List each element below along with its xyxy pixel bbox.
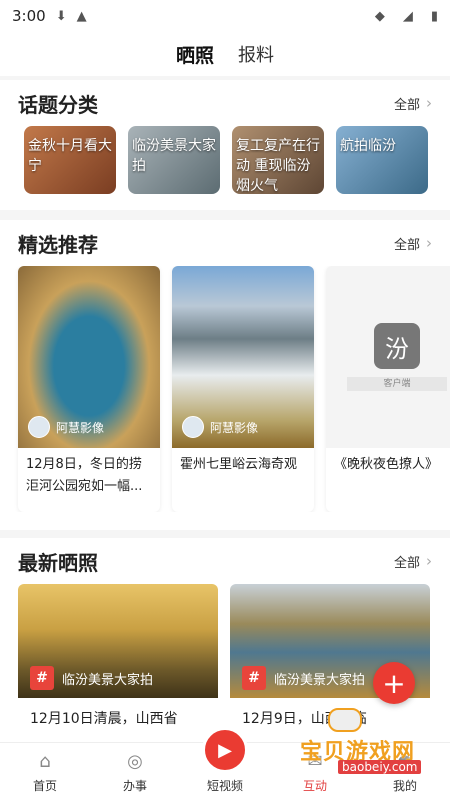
- topics-title: 话题分类: [18, 92, 98, 117]
- cellular-icon: ◢: [402, 8, 413, 24]
- card-image: 阿慧影像: [172, 266, 314, 448]
- watermark-logo: 宝贝游戏网 baobeiy.com: [300, 708, 430, 778]
- featured-title: 精选推荐: [18, 232, 98, 257]
- nav-short-video[interactable]: ▶ 短视频: [180, 727, 270, 800]
- status-time: 3:00: [12, 7, 46, 25]
- app-notification-icon: ▲: [76, 8, 87, 24]
- hashtag-icon: #: [242, 666, 266, 690]
- nav-home[interactable]: ⌂ 首页: [0, 743, 90, 800]
- avatar: [182, 416, 204, 438]
- chevron-right-icon: ›: [426, 552, 432, 570]
- nav-services[interactable]: ◎ 办事: [90, 743, 180, 800]
- gamepad-icon: [328, 708, 362, 732]
- app-logo-icon: 汾: [374, 323, 420, 369]
- latest-title: 最新晒照: [18, 550, 98, 575]
- card-caption: 12月10日清晨，山西省: [30, 711, 178, 727]
- featured-card[interactable]: 汾 客户端 《晚秋夜色撩人》: [326, 266, 450, 512]
- plus-icon: +: [382, 666, 406, 700]
- featured-more-link[interactable]: 全部 ›: [394, 234, 432, 253]
- featured-card[interactable]: 阿慧影像 12月8日，冬日的捞洰河公园宛如一幅...: [18, 266, 160, 512]
- placeholder-label: 客户端: [347, 377, 447, 391]
- home-icon: ⌂: [39, 750, 51, 772]
- card-caption: 《晚秋夜色撩人》: [334, 457, 439, 472]
- chevron-right-icon: ›: [426, 94, 432, 112]
- card-image-placeholder: 汾 客户端: [326, 266, 450, 448]
- status-bar: 3:00 ⬇ ▲ ◆ ◢ ▮: [0, 0, 450, 32]
- topic-card[interactable]: 复工复产在行动 重现临汾烟火气: [232, 126, 324, 194]
- topic-card[interactable]: 航拍临汾: [336, 126, 428, 194]
- compass-icon: ◎: [127, 750, 143, 772]
- avatar: [28, 416, 50, 438]
- latest-card[interactable]: # 临汾美景大家拍 12月10日清晨，山西省: [18, 584, 218, 740]
- signal-icon: ◆: [374, 8, 385, 24]
- card-caption: 霍州七里峪云海奇观: [180, 457, 298, 472]
- battery-icon: ▮: [430, 8, 438, 24]
- top-tab-bar: 晒照 报料: [0, 32, 450, 76]
- download-icon: ⬇: [55, 8, 67, 24]
- tab-report[interactable]: 报料: [238, 41, 274, 67]
- play-icon: ▶: [202, 727, 248, 773]
- topic-card[interactable]: 金秋十月看大宁: [24, 126, 116, 194]
- watermark-url: baobeiy.com: [338, 760, 422, 774]
- topic-card[interactable]: 临汾美景大家拍: [128, 126, 220, 194]
- hashtag-icon: #: [30, 666, 54, 690]
- topics-section: 话题分类 全部 › 金秋十月看大宁 临汾美景大家拍 复工复产在行动 重现临汾烟火气…: [0, 80, 450, 210]
- card-image: 阿慧影像: [18, 266, 160, 448]
- featured-section: 精选推荐 全部 › 阿慧影像 12月8日，冬日的捞洰河公园宛如一幅... 阿慧影像…: [0, 220, 450, 530]
- chevron-right-icon: ›: [426, 234, 432, 252]
- tab-photos[interactable]: 晒照: [176, 41, 214, 68]
- card-image: # 临汾美景大家拍: [18, 584, 218, 698]
- featured-card[interactable]: 阿慧影像 霍州七里峪云海奇观: [172, 266, 314, 512]
- card-caption: 12月8日，冬日的捞洰河公园宛如一幅...: [26, 457, 143, 494]
- add-post-button[interactable]: +: [373, 662, 415, 704]
- latest-more-link[interactable]: 全部 ›: [394, 552, 432, 571]
- topics-more-link[interactable]: 全部 ›: [394, 94, 432, 113]
